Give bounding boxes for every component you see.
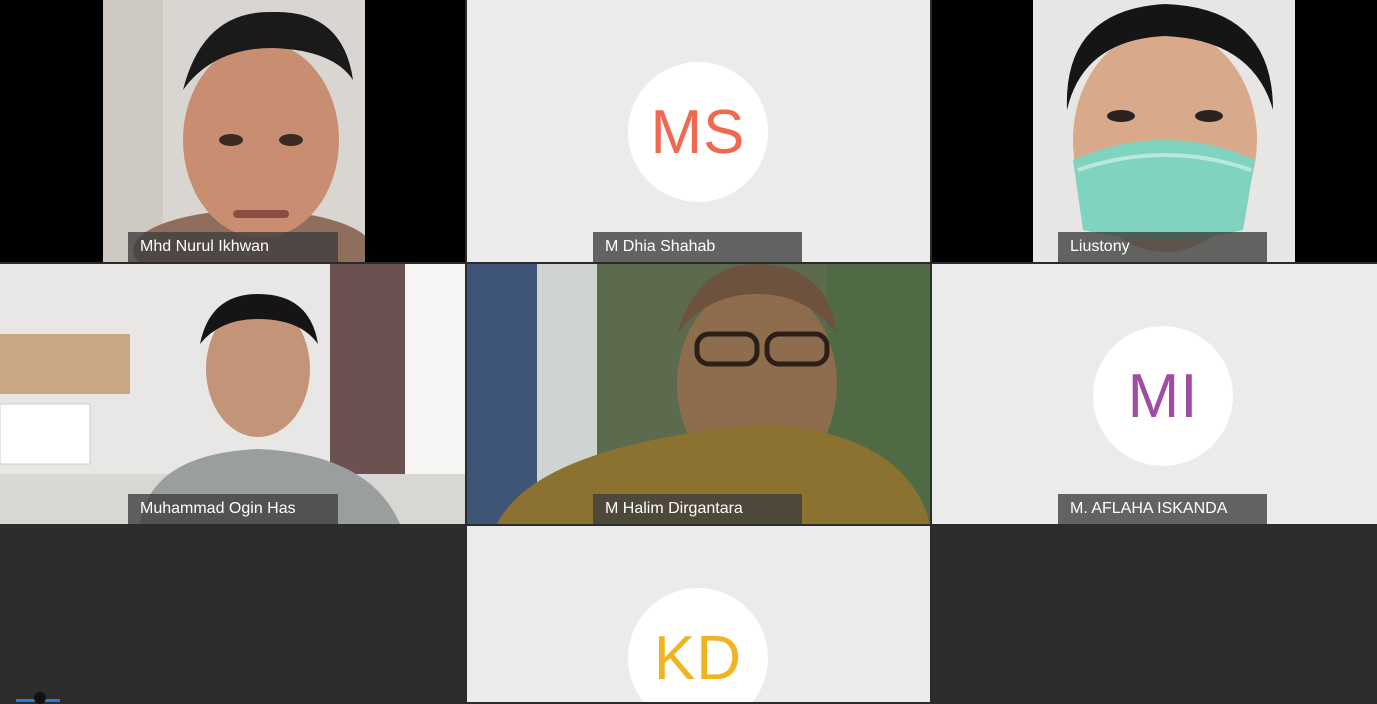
participant-name-4: Muhammad Ogin Has [128, 494, 338, 524]
participant-tile-6[interactable]: MI M. AFLAHA ISKANDA [932, 264, 1377, 524]
participant-avatar-2: MS [628, 62, 768, 202]
video-grid: Mhd Nurul Ikhwan MS M Dhia Shahab Liusto… [0, 0, 1377, 702]
empty-tile-2 [932, 526, 1377, 702]
participant-video-4 [0, 264, 465, 524]
participant-video-5 [467, 264, 930, 524]
participant-tile-5[interactable]: M Halim Dirgantara [467, 264, 930, 524]
participant-video-3 [1033, 0, 1295, 262]
participant-tile-2[interactable]: MS M Dhia Shahab [467, 0, 930, 262]
participant-name-6: M. AFLAHA ISKANDA [1058, 494, 1267, 524]
participant-video-1 [103, 0, 365, 262]
empty-tile-1 [0, 526, 465, 702]
participant-avatar-8: KD [628, 588, 768, 702]
participant-tile-3[interactable]: Liustony [932, 0, 1377, 262]
participant-tile-1[interactable]: Mhd Nurul Ikhwan [0, 0, 465, 262]
participant-name-3: Liustony [1058, 232, 1267, 262]
participant-tile-4[interactable]: Muhammad Ogin Has [0, 264, 465, 524]
participant-avatar-6: MI [1093, 326, 1233, 466]
bottom-control-dot[interactable] [34, 692, 46, 704]
participant-name-1: Mhd Nurul Ikhwan [128, 232, 338, 262]
participant-name-2: M Dhia Shahab [593, 232, 802, 262]
participant-tile-8[interactable]: KD [467, 526, 930, 702]
participant-name-5: M Halim Dirgantara [593, 494, 802, 524]
